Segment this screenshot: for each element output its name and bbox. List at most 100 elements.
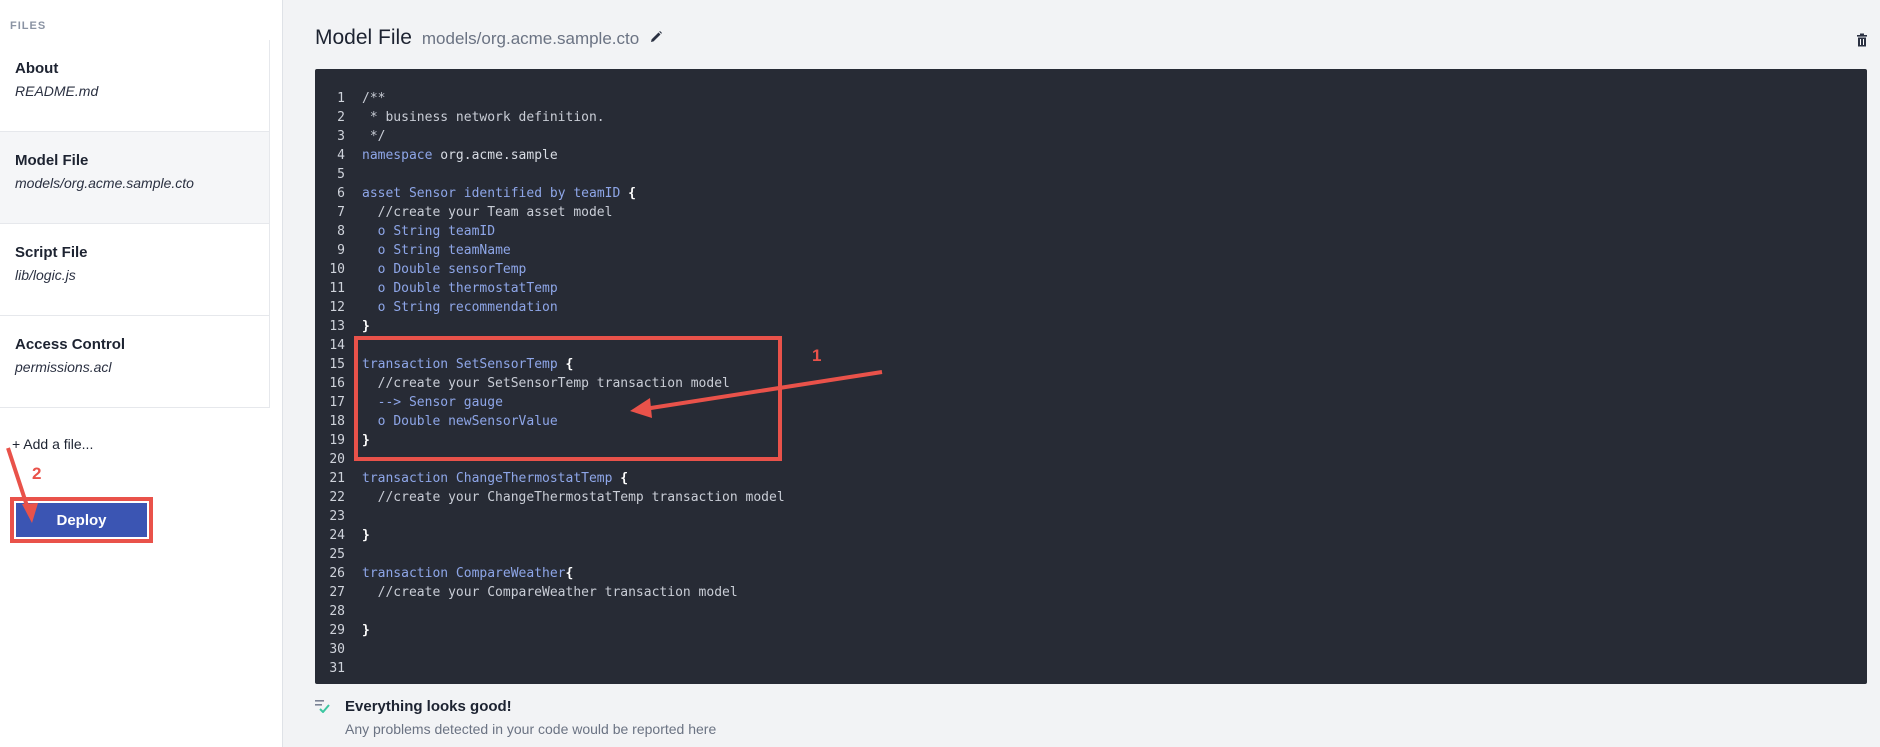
line-number: 8 [337, 224, 345, 239]
line-number: 16 [329, 376, 345, 391]
file-name: Model File [15, 152, 89, 169]
line-number: 28 [329, 604, 345, 619]
status-title: Everything looks good! [345, 698, 512, 715]
line-content[interactable]: //create your ChangeThermostatTemp trans… [362, 488, 785, 507]
line-number: 25 [329, 547, 345, 562]
code-line[interactable]: 5 [315, 165, 785, 184]
file-list: About README.md Model File models/org.ac… [0, 40, 270, 408]
check-list-icon [315, 699, 331, 714]
page-title: Model File [315, 26, 412, 49]
line-number: 13 [329, 319, 345, 334]
file-item-access-control[interactable]: Access Control permissions.acl [0, 316, 269, 408]
annotation-label-2: 2 [32, 464, 42, 483]
line-content[interactable]: transaction ChangeThermostatTemp { [362, 469, 628, 488]
file-path-title: models/org.acme.sample.cto [421, 29, 640, 48]
line-content[interactable]: o String teamID [362, 222, 495, 241]
code-line[interactable]: 26 transaction CompareWeather{ [315, 564, 785, 583]
line-number: 21 [329, 471, 345, 486]
editor-header: Model File models/org.acme.sample.cto [315, 26, 663, 50]
code-line[interactable]: 11 o Double thermostatTemp [315, 279, 785, 298]
code-line[interactable]: 7 //create your Team asset model [315, 203, 785, 222]
code-line[interactable]: 13} [315, 317, 785, 336]
line-content[interactable]: } [362, 621, 370, 640]
line-number: 26 [329, 566, 345, 581]
code-line[interactable]: 10 o Double sensorTemp [315, 260, 785, 279]
line-number: 6 [337, 186, 345, 201]
line-number: 4 [337, 148, 345, 163]
line-number: 23 [329, 509, 345, 524]
code-line[interactable]: 21 transaction ChangeThermostatTemp { [315, 469, 785, 488]
line-content[interactable]: o String teamName [362, 241, 511, 260]
code-line[interactable]: 28 [315, 602, 785, 621]
file-name: Script File [15, 244, 88, 261]
file-path: lib/logic.js [15, 267, 76, 283]
line-number: 1 [337, 91, 345, 106]
annotation-label-1: 1 [812, 346, 822, 365]
code-line[interactable]: 29} [315, 621, 785, 640]
status-subtitle: Any problems detected in your code would… [345, 721, 717, 737]
line-content[interactable]: o Double thermostatTemp [362, 279, 558, 298]
file-item-model[interactable]: Model File models/org.acme.sample.cto [0, 132, 269, 224]
file-name: About [15, 60, 59, 77]
line-number: 19 [329, 433, 345, 448]
line-number: 15 [329, 357, 345, 372]
annotation-box-1 [354, 336, 782, 461]
trash-icon[interactable] [1856, 33, 1868, 47]
line-content[interactable]: //create your CompareWeather transaction… [362, 583, 738, 602]
code-line[interactable]: 23 [315, 507, 785, 526]
line-number: 7 [337, 205, 345, 220]
add-file-link[interactable]: + Add a file... [12, 436, 93, 452]
line-number: 5 [337, 167, 345, 182]
line-content[interactable]: o String recommendation [362, 298, 558, 317]
code-line[interactable]: 30 [315, 640, 785, 659]
code-line[interactable]: 25 [315, 545, 785, 564]
line-number: 22 [329, 490, 345, 505]
code-line[interactable]: 24} [315, 526, 785, 545]
pencil-icon[interactable] [649, 30, 663, 44]
line-number: 10 [329, 262, 345, 277]
line-content[interactable]: /** [362, 89, 385, 108]
line-number: 31 [329, 661, 345, 676]
line-number: 30 [329, 642, 345, 657]
line-content[interactable]: o Double sensorTemp [362, 260, 527, 279]
code-line[interactable]: 8 o String teamID [315, 222, 785, 241]
line-content[interactable]: transaction CompareWeather{ [362, 564, 573, 583]
line-content[interactable]: asset Sensor identified by teamID { [362, 184, 636, 203]
code-line[interactable]: 9 o String teamName [315, 241, 785, 260]
file-sidebar: FILES About README.md Model File models/… [0, 0, 283, 747]
line-content[interactable]: namespace org.acme.sample [362, 146, 558, 165]
code-line[interactable]: 6 asset Sensor identified by teamID { [315, 184, 785, 203]
file-item-script[interactable]: Script File lib/logic.js [0, 224, 269, 316]
file-name: Access Control [15, 336, 126, 353]
deploy-button[interactable]: Deploy [16, 503, 147, 537]
deploy-highlight-box: Deploy [10, 497, 153, 543]
line-content[interactable]: } [362, 317, 370, 336]
code-line[interactable]: 3 */ [315, 127, 785, 146]
file-path: README.md [15, 83, 99, 99]
code-line[interactable]: 4 namespace org.acme.sample [315, 146, 785, 165]
line-content[interactable]: //create your Team asset model [362, 203, 613, 222]
line-number: 27 [329, 585, 345, 600]
line-number: 3 [337, 129, 345, 144]
code-line[interactable]: 31 [315, 659, 785, 678]
line-number: 2 [337, 110, 345, 125]
line-number: 17 [329, 395, 345, 410]
file-path: models/org.acme.sample.cto [15, 175, 194, 191]
code-line[interactable]: 2 * business network definition. [315, 108, 785, 127]
files-header: FILES [10, 20, 47, 32]
file-item-about[interactable]: About README.md [0, 40, 269, 132]
line-content[interactable]: } [362, 526, 370, 545]
line-number: 14 [329, 338, 345, 353]
code-line[interactable]: 12 o String recommendation [315, 298, 785, 317]
line-number: 12 [329, 300, 345, 315]
code-line[interactable]: 1 /** [315, 89, 785, 108]
line-number: 20 [329, 452, 345, 467]
line-number: 18 [329, 414, 345, 429]
code-line[interactable]: 27 //create your CompareWeather transact… [315, 583, 785, 602]
line-content[interactable]: * business network definition. [362, 108, 605, 127]
line-content[interactable]: */ [362, 127, 386, 146]
line-number: 11 [329, 281, 345, 296]
code-line[interactable]: 22 //create your ChangeThermostatTemp tr… [315, 488, 785, 507]
file-path: permissions.acl [15, 359, 112, 375]
line-number: 9 [337, 243, 345, 258]
